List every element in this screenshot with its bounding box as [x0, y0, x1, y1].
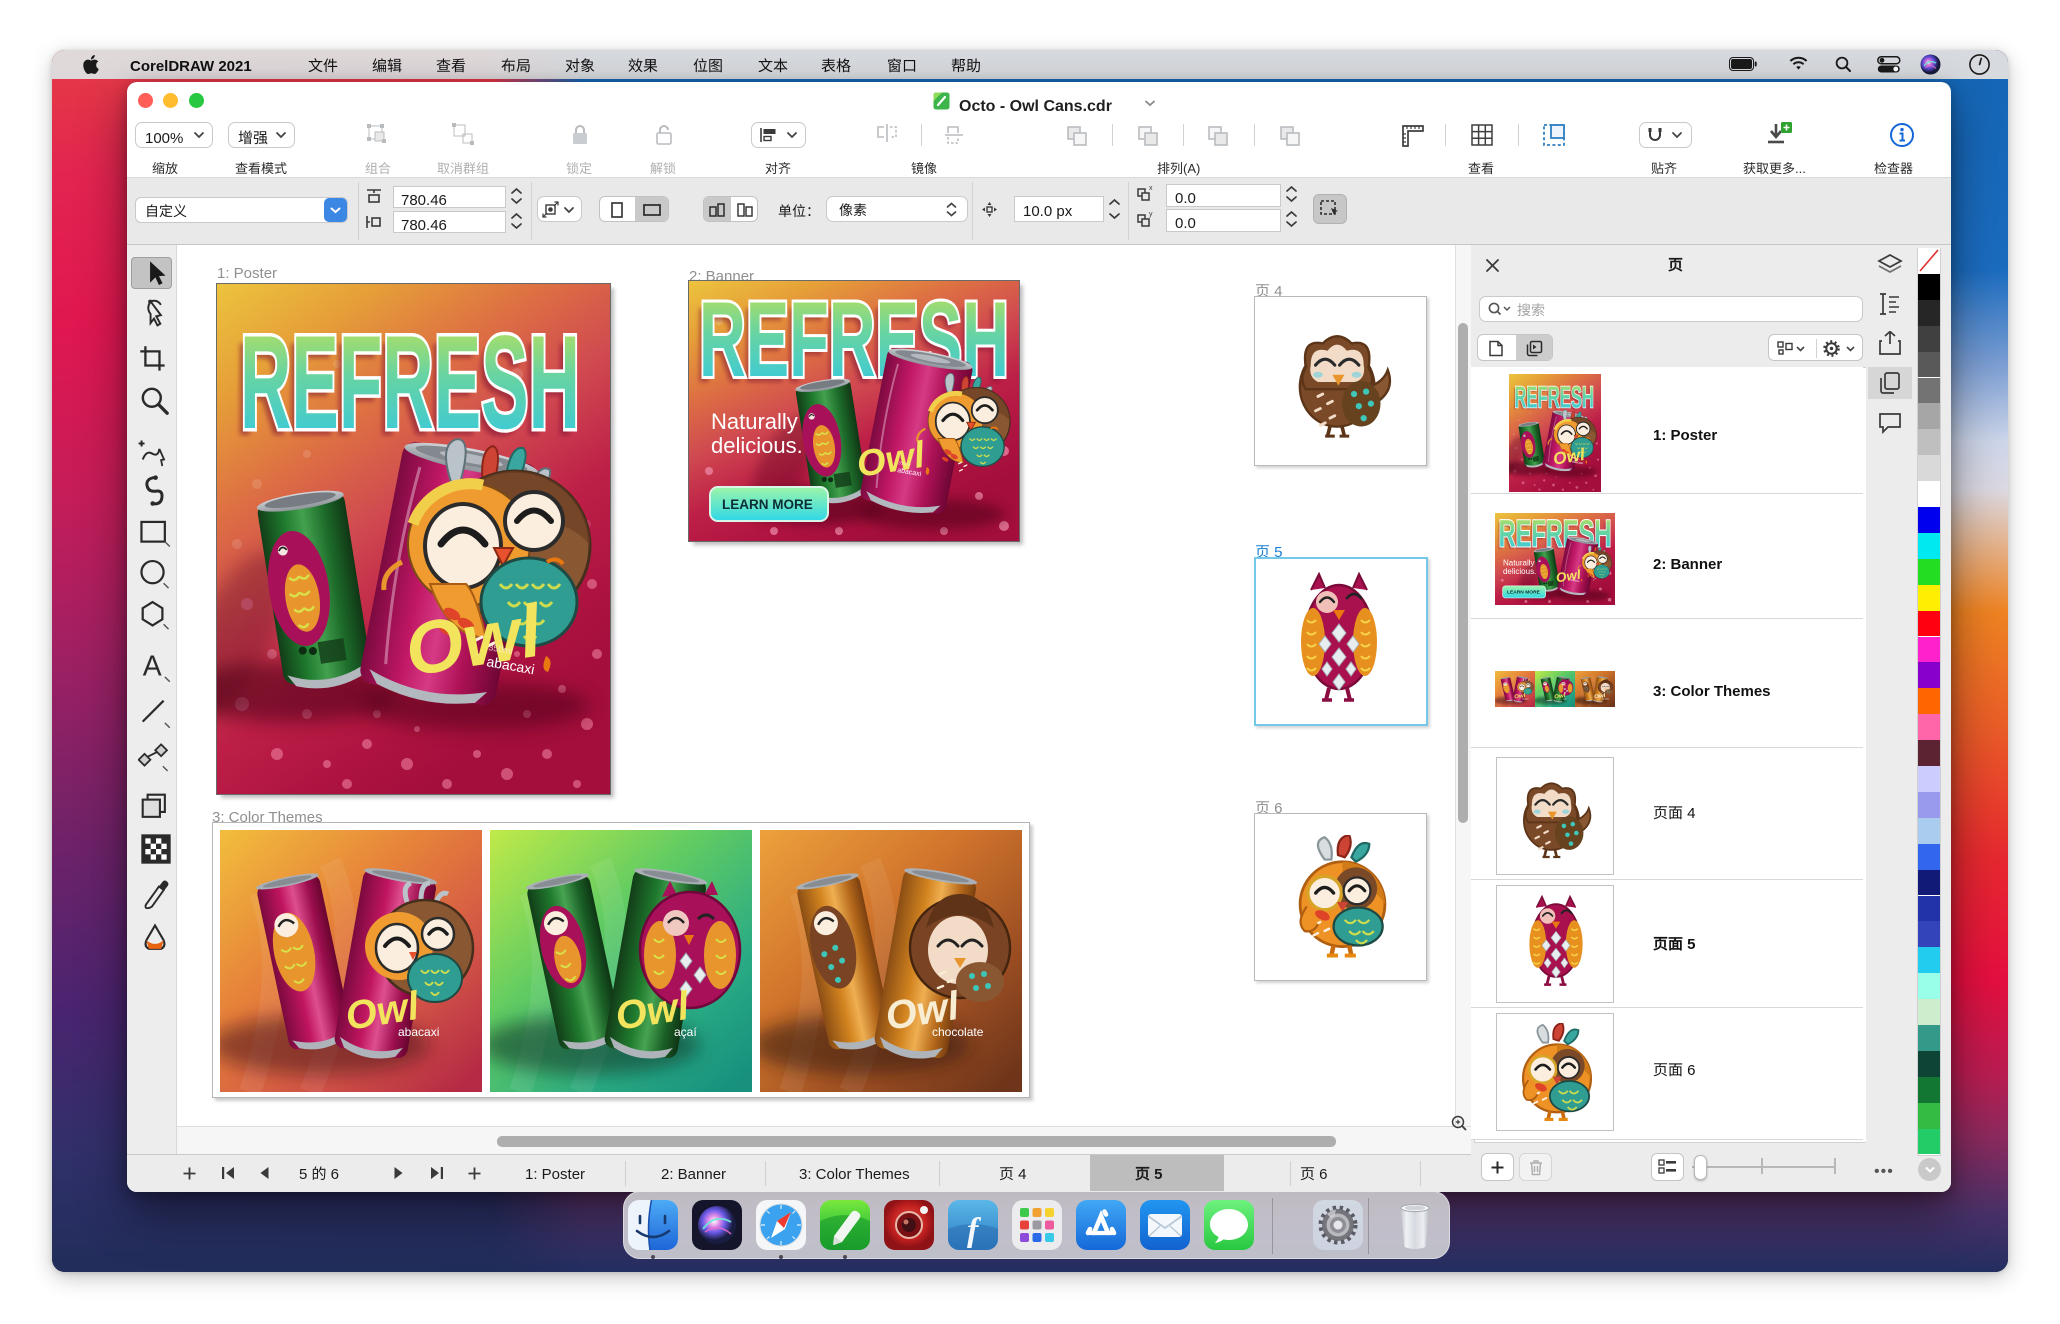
svg-text:A: A [143, 651, 162, 682]
svg-text:y: y [1149, 210, 1153, 219]
svg-text:x: x [1149, 184, 1153, 193]
